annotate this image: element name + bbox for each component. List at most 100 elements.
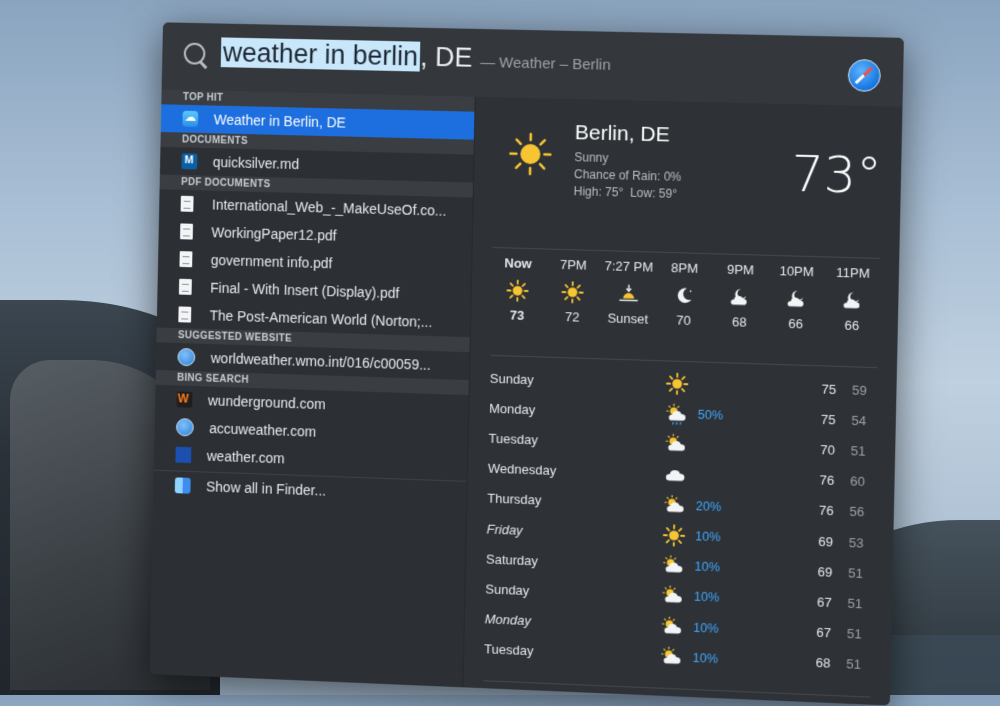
day-high: 75 xyxy=(789,380,836,397)
result-label: accuweather.com xyxy=(209,420,316,440)
precip-chance: 10% xyxy=(694,560,785,578)
hourly-item: 10PM66 xyxy=(768,263,823,365)
day-name: Sunday xyxy=(490,370,667,391)
result-label: Weather in Berlin, DE xyxy=(214,111,346,130)
low-temp: Low: 59° xyxy=(630,186,677,201)
high-temp: High: 75° xyxy=(573,184,623,199)
pdf-icon xyxy=(179,251,192,267)
high-low: High: 75° Low: 59° xyxy=(573,183,681,203)
result-label: Final - With Insert (Display).pdf xyxy=(210,280,399,301)
day-low: 51 xyxy=(831,625,862,641)
weather-summary: Sunny Chance of Rain: 0% High: 75° Low: … xyxy=(573,149,681,203)
search-query-completion: , DE xyxy=(420,42,473,73)
day-high: 68 xyxy=(784,654,831,671)
sun-cloud-icon xyxy=(661,615,694,638)
finder-icon xyxy=(175,477,191,493)
weather-app-icon xyxy=(182,111,198,127)
day-name: Saturday xyxy=(486,551,663,573)
day-low: 51 xyxy=(835,443,866,459)
day-low: 56 xyxy=(834,503,865,519)
day-high: 76 xyxy=(787,471,834,488)
wunderground-icon xyxy=(177,391,193,407)
hour-label: 8PM xyxy=(658,260,711,280)
hour-label: Now xyxy=(492,255,544,274)
day-name: Wednesday xyxy=(488,461,665,482)
day-high: 75 xyxy=(789,410,836,427)
hour-temp: 68 xyxy=(713,314,766,331)
see-more-link[interactable]: See More on Weather.com xyxy=(483,692,638,705)
precip-chance xyxy=(697,445,788,448)
cloud-moon-icon xyxy=(769,281,823,317)
hourly-item: 7PM72 xyxy=(545,257,599,359)
hourly-item: 11PM 66 xyxy=(825,264,880,367)
day-low: 51 xyxy=(832,595,863,611)
result-label: worldweather.wmo.int/016/c00059... xyxy=(211,350,431,373)
search-icon xyxy=(184,43,206,65)
sun-icon xyxy=(491,273,544,309)
hour-temp: 66 xyxy=(825,317,878,334)
day-low: 59 xyxy=(836,382,867,398)
hour-temp: Sunset xyxy=(602,310,655,327)
safari-icon xyxy=(177,348,195,366)
day-name: Thursday xyxy=(487,491,664,512)
weather-detail-pane: Berlin, DE Sunny Chance of Rain: 0% High… xyxy=(462,97,903,706)
day-high: 67 xyxy=(784,623,831,640)
result-label: government info.pdf xyxy=(211,252,333,271)
hour-temp: 70 xyxy=(657,312,710,329)
day-name: Tuesday xyxy=(484,642,661,664)
result-label: WorkingPaper12.pdf xyxy=(211,224,336,243)
day-low: 60 xyxy=(834,473,865,489)
day-name: Sunday xyxy=(485,581,662,603)
daily-forecast: Sunday7559Monday 50%7554Tuesday 7051Wedn… xyxy=(484,363,878,680)
day-high: 67 xyxy=(785,593,832,610)
moon-icon xyxy=(657,278,710,314)
hour-label: 10PM xyxy=(770,263,823,283)
precip-chance xyxy=(698,385,789,388)
current-temperature: 73° xyxy=(791,144,883,205)
cloud-icon xyxy=(664,463,697,486)
sun-icon xyxy=(508,132,553,177)
result-label: The Post-American World (Norton;... xyxy=(210,307,433,330)
sun-cloud-icon xyxy=(662,554,695,577)
precip-chance: 10% xyxy=(694,590,785,608)
day-name: Friday xyxy=(486,521,663,543)
show-all-label: Show all in Finder... xyxy=(206,478,326,498)
hour-temp: 73 xyxy=(491,307,543,324)
result-label: weather.com xyxy=(207,448,285,467)
sun-cloud-icon xyxy=(663,494,696,517)
sun-cloud-icon xyxy=(661,585,694,608)
spotlight-window: weather in berlin, DE— Weather – Berlin … xyxy=(150,22,904,705)
hour-label: 9PM xyxy=(714,261,767,281)
hourly-item: 9PM 68 xyxy=(712,261,767,363)
divider xyxy=(483,680,870,697)
day-name: Tuesday xyxy=(488,431,665,452)
weather-com-icon xyxy=(175,447,191,463)
cloud-moon-icon xyxy=(713,279,766,315)
pdf-icon xyxy=(178,306,191,322)
precip-chance: 20% xyxy=(696,499,787,516)
day-low: 53 xyxy=(833,534,864,550)
result-label: quicksilver.md xyxy=(213,154,300,172)
hourly-item: 7:27 PM Sunset xyxy=(601,258,655,360)
day-name: Monday xyxy=(489,401,666,422)
hour-label: 11PM xyxy=(826,264,879,284)
hour-temp: 72 xyxy=(546,309,598,326)
day-low: 54 xyxy=(835,412,866,428)
result-label: International_Web_-_MakeUseOf.co... xyxy=(212,197,447,219)
search-query-selected: weather in berlin xyxy=(221,37,421,71)
sun-cloud-icon xyxy=(660,645,693,668)
day-name: Monday xyxy=(485,611,662,633)
sun-cloud-rain-icon xyxy=(665,403,698,426)
markdown-doc-icon xyxy=(181,153,197,169)
safari-compass-icon[interactable] xyxy=(848,59,881,92)
hourly-forecast: Now737PM727:27 PM Sunset8PM709PM6810PM66… xyxy=(490,255,879,367)
day-high: 70 xyxy=(788,441,835,458)
precip-chance: 10% xyxy=(692,651,783,669)
day-high: 76 xyxy=(787,502,834,519)
day-low: 51 xyxy=(830,656,861,672)
search-input[interactable]: weather in berlin, DE— Weather – Berlin xyxy=(221,37,611,76)
day-low: 51 xyxy=(832,564,863,580)
sun-cloud-icon xyxy=(665,433,698,456)
sun-icon xyxy=(663,524,696,547)
hour-label: 7:27 PM xyxy=(603,258,656,278)
